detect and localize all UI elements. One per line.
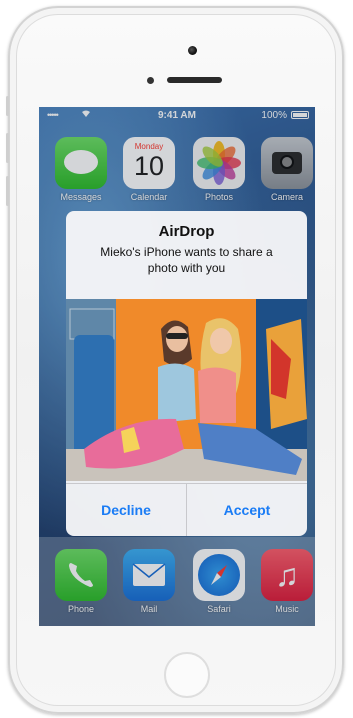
proximity-sensor	[147, 77, 154, 84]
alert-message: Mieko's iPhone wants to share a photo wi…	[100, 245, 273, 275]
alert-button-row: Decline Accept	[66, 483, 307, 536]
airdrop-alert: AirDrop Mieko's iPhone wants to share a …	[66, 211, 307, 536]
volume-switch	[6, 96, 9, 116]
volume-up-button	[6, 133, 9, 163]
home-button[interactable]	[164, 652, 210, 698]
alert-title: AirDrop	[158, 223, 215, 240]
volume-down-button	[6, 176, 9, 206]
shared-photo	[66, 299, 307, 481]
front-camera	[188, 46, 197, 55]
earpiece-speaker	[167, 77, 222, 83]
accept-button[interactable]: Accept	[187, 484, 307, 536]
screen: ••••• 9:41 AM 100% Messages Monday 10 Ca…	[39, 107, 315, 626]
decline-button[interactable]: Decline	[66, 484, 186, 536]
